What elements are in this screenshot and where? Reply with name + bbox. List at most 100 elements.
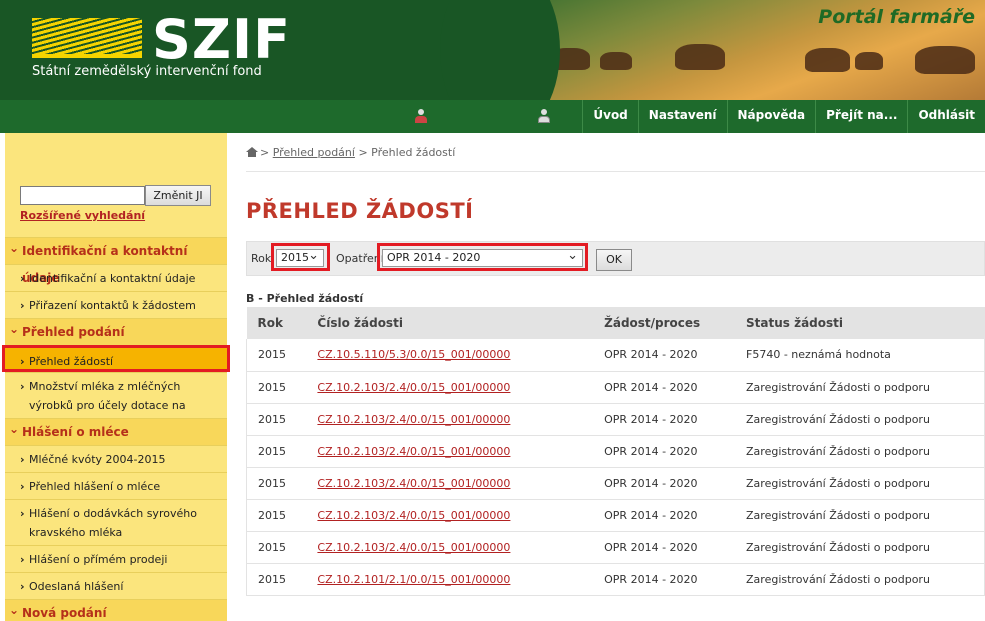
change-ji-button[interactable]: Změnit JI — [145, 185, 211, 206]
table-cell: CZ.10.2.103/2.4/0.0/15_001/00000 — [306, 435, 594, 468]
year-label: Rok — [251, 252, 272, 265]
table-cell: 2015 — [246, 371, 307, 404]
top-navbar: Úvod Nastavení Nápověda Přejít na... Odh… — [0, 100, 985, 133]
application-number-link[interactable]: CZ.10.2.103/2.4/0.0/15_001/00000 — [317, 445, 510, 458]
column-header-number: Číslo žádosti — [306, 307, 594, 339]
nav-link-odhlasit[interactable]: Odhlásit — [907, 100, 985, 133]
portal-title: Portál farmáře — [818, 6, 975, 28]
home-icon[interactable] — [246, 147, 258, 157]
table-cell: 2015 — [246, 435, 307, 468]
sidebar-item[interactable]: Přehled hlášení o mléce — [5, 472, 227, 500]
applications-table: Rok Číslo žádosti Žádost/proces Status ž… — [246, 307, 985, 596]
table-row: 2015 CZ.10.2.103/2.4/0.0/15_001/00000 OPR … — [246, 531, 985, 564]
table-cell: Zaregistrování Žádosti o podporu — [735, 371, 985, 404]
breadcrumb-separator: > — [260, 146, 270, 159]
table-cell: CZ.10.2.103/2.4/0.0/15_001/00000 — [306, 403, 594, 436]
nav-link-napoveda[interactable]: Nápověda — [726, 100, 816, 133]
section-title: B - Přehled žádostí — [246, 292, 364, 305]
table-cell: 2015 — [246, 563, 307, 596]
table-row: 2015 CZ.10.2.103/2.4/0.0/15_001/00000 OPR … — [246, 499, 985, 532]
logo-text[interactable]: SZIF — [152, 8, 291, 71]
nav-link-prejit-na[interactable]: Přejít na... — [815, 100, 907, 133]
table-cell: CZ.10.2.103/2.4/0.0/15_001/00000 — [306, 467, 594, 500]
user-icon[interactable] — [414, 109, 428, 123]
table-cell: 2015 — [246, 403, 307, 436]
sidebar-category[interactable]: Hlášení o mléce — [5, 416, 227, 445]
cow-image — [805, 48, 850, 72]
nav-link-uvod[interactable]: Úvod — [582, 100, 637, 133]
table-cell: OPR 2014 - 2020 — [593, 339, 736, 372]
application-number-link[interactable]: CZ.10.5.110/5.3/0.0/15_001/00000 — [317, 348, 510, 361]
application-number-link[interactable]: CZ.10.2.103/2.4/0.0/15_001/00000 — [317, 413, 510, 426]
sidebar-item[interactable]: Přiřazení kontaktů k žádostem — [5, 291, 227, 319]
table-cell: OPR 2014 - 2020 — [593, 467, 736, 500]
sidebar: Změnit JI Rozšířené vyhledání Identifika… — [2, 133, 230, 621]
sidebar-item[interactable]: Přehled žádostí — [2, 345, 230, 375]
application-number-link[interactable]: CZ.10.2.103/2.4/0.0/15_001/00000 — [317, 509, 510, 522]
table-cell: 2015 — [246, 531, 307, 564]
advanced-search-link[interactable]: Rozšířené vyhledání — [20, 209, 145, 222]
logo-subtitle: Státní zemědělský intervenční fond — [32, 64, 262, 79]
table-cell: F5740 - neznámá hodnota — [735, 339, 985, 372]
table-cell: 2015 — [246, 467, 307, 500]
application-number-link[interactable]: CZ.10.2.103/2.4/0.0/15_001/00000 — [317, 381, 510, 394]
table-cell: OPR 2014 - 2020 — [593, 499, 736, 532]
table-cell: Zaregistrování Žádosti o podporu — [735, 435, 985, 468]
table-cell: Zaregistrování Žádosti o podporu — [735, 531, 985, 564]
table-header-row: Rok Číslo žádosti Žádost/proces Status ž… — [246, 307, 985, 339]
cow-image — [600, 52, 632, 70]
sidebar-item[interactable]: Hlášení o přímém prodeji — [5, 545, 227, 573]
user-profile-icon[interactable] — [537, 109, 551, 123]
filter-bar: Rok 2015 ⌄ Opatření OPR 2014 - 2020 ⌄ OK — [246, 241, 985, 276]
search-input[interactable] — [20, 186, 145, 205]
table-cell: CZ.10.2.103/2.4/0.0/15_001/00000 — [306, 499, 594, 532]
column-header-process: Žádost/proces — [593, 307, 736, 339]
table-row: 2015 CZ.10.2.103/2.4/0.0/15_001/00000 OPR … — [246, 467, 985, 500]
sidebar-item[interactable]: Mléčné kvóty 2004-2015 — [5, 445, 227, 473]
sidebar-menu: Identifikační a kontaktní údajeIdentifik… — [2, 235, 230, 621]
page-title: PŘEHLED ŽÁDOSTÍ — [246, 199, 474, 223]
table-cell: OPR 2014 - 2020 — [593, 563, 736, 596]
table-row: 2015 CZ.10.2.103/2.4/0.0/15_001/00000 OPR … — [246, 403, 985, 436]
ok-button[interactable]: OK — [596, 249, 632, 271]
cow-image — [915, 46, 975, 74]
sidebar-item[interactable]: Množství mléka z mléčných výrobků pro úč… — [5, 372, 227, 431]
breadcrumb-link[interactable]: Přehled podání — [273, 146, 355, 159]
divider — [246, 171, 985, 172]
table-cell: OPR 2014 - 2020 — [593, 371, 736, 404]
nav-link-nastaveni[interactable]: Nastavení — [637, 100, 727, 133]
sidebar-category[interactable]: Identifikační a kontaktní údaje — [5, 235, 227, 285]
breadcrumb-separator: > — [358, 146, 368, 159]
table-cell: CZ.10.2.101/2.1/0.0/15_001/00000 — [306, 563, 594, 596]
table-row: 2015 CZ.10.2.103/2.4/0.0/15_001/00000 OPR … — [246, 371, 985, 404]
table-cell: Zaregistrování Žádosti o podporu — [735, 403, 985, 436]
sidebar-category[interactable]: Přehled podání — [5, 316, 227, 345]
application-number-link[interactable]: CZ.10.2.103/2.4/0.0/15_001/00000 — [317, 541, 510, 554]
table-cell: Zaregistrování Žádosti o podporu — [735, 563, 985, 596]
szif-logo-icon — [32, 18, 142, 58]
highlight-box — [271, 243, 330, 271]
table-row: 2015 CZ.10.5.110/5.3/0.0/15_001/00000 OPR … — [246, 339, 985, 372]
main-content: > Přehled podání > Přehled žádostí PŘEHL… — [246, 133, 985, 621]
header-curve — [440, 0, 560, 100]
application-number-link[interactable]: CZ.10.2.103/2.4/0.0/15_001/00000 — [317, 477, 510, 490]
sidebar-item[interactable]: Odeslaná hlášení — [5, 572, 227, 600]
sidebar-category[interactable]: Nová podání — [5, 597, 227, 621]
table-cell: 2015 — [246, 499, 307, 532]
table-cell: CZ.10.2.103/2.4/0.0/15_001/00000 — [306, 531, 594, 564]
application-number-link[interactable]: CZ.10.2.101/2.1/0.0/15_001/00000 — [317, 573, 510, 586]
sidebar-item[interactable]: Identifikační a kontaktní údaje — [5, 264, 227, 292]
column-header-year: Rok — [246, 307, 307, 339]
breadcrumb-current: Přehled žádostí — [371, 146, 456, 159]
cow-image — [675, 44, 725, 70]
table-cell: OPR 2014 - 2020 — [593, 435, 736, 468]
table-cell: OPR 2014 - 2020 — [593, 403, 736, 436]
table-cell: Zaregistrování Žádosti o podporu — [735, 467, 985, 500]
highlight-box — [377, 243, 588, 271]
cow-image — [855, 52, 883, 70]
table-cell: Zaregistrování Žádosti o podporu — [735, 499, 985, 532]
table-row: 2015 CZ.10.2.101/2.1/0.0/15_001/00000 OPR … — [246, 563, 985, 596]
table-cell: CZ.10.5.110/5.3/0.0/15_001/00000 — [306, 339, 594, 372]
sidebar-item[interactable]: Hlášení o dodávkách syrového kravského m… — [5, 499, 227, 545]
table-cell: CZ.10.2.103/2.4/0.0/15_001/00000 — [306, 371, 594, 404]
